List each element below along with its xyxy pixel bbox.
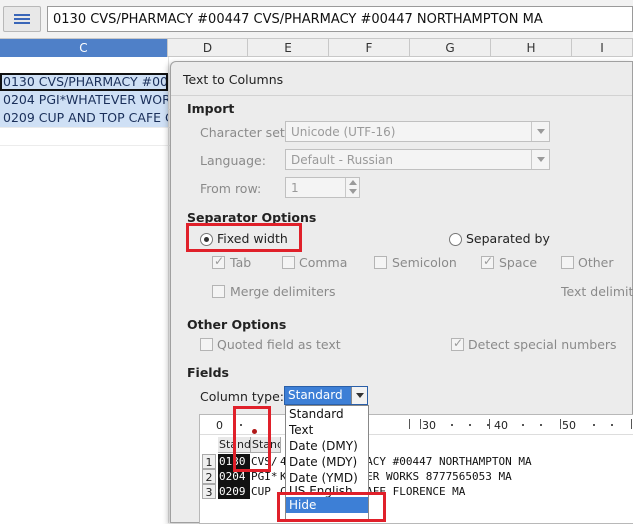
chevron-down-icon bbox=[531, 150, 549, 169]
semicolon-label: Semicolon bbox=[392, 255, 457, 270]
ruler-tick bbox=[489, 419, 490, 429]
from-row-spinner[interactable]: 1 bbox=[285, 177, 360, 198]
comma-label: Comma bbox=[299, 255, 348, 270]
language-select[interactable]: Default - Russian bbox=[285, 149, 550, 170]
language-value: Default - Russian bbox=[291, 153, 394, 167]
column-type-select[interactable]: Standard bbox=[284, 386, 368, 405]
column-header-f[interactable]: F bbox=[329, 39, 410, 57]
ruler-dot bbox=[469, 424, 471, 426]
ruler-label: 50 bbox=[562, 419, 576, 432]
ruler-tick bbox=[420, 419, 421, 429]
ruler-tick bbox=[631, 419, 632, 429]
option-date-ymd[interactable]: Date (YMD) bbox=[286, 470, 368, 486]
language-label: Language: bbox=[200, 153, 266, 168]
column-header-h[interactable]: H bbox=[491, 39, 572, 57]
from-row-label: From row: bbox=[200, 181, 262, 196]
option-standard[interactable]: Standard bbox=[286, 406, 368, 422]
separated-by-radio[interactable] bbox=[449, 233, 462, 246]
dialog-title: Text to Columns bbox=[171, 62, 632, 96]
semicolon-checkbox[interactable] bbox=[374, 256, 387, 269]
preview-cell: CUP bbox=[251, 485, 278, 498]
ruler-tick bbox=[409, 419, 410, 429]
cell-c1[interactable]: 0130 CVS/PHARMACY #00447 bbox=[0, 73, 168, 91]
separated-by-label[interactable]: Separated by bbox=[466, 231, 550, 246]
option-date-dmy[interactable]: Date (DMY) bbox=[286, 438, 368, 454]
highlight-box-split bbox=[233, 406, 271, 472]
ruler-label: 30 bbox=[422, 419, 436, 432]
column-header-g[interactable]: G bbox=[410, 39, 491, 57]
column-type-value: Standard bbox=[288, 388, 343, 402]
comma-checkbox[interactable] bbox=[282, 256, 295, 269]
column-header-d[interactable]: D bbox=[168, 39, 248, 57]
quoted-field-checkbox[interactable] bbox=[200, 338, 213, 351]
charset-select[interactable]: Unicode (UTF-16) bbox=[285, 121, 550, 142]
ruler-label: 40 bbox=[494, 419, 508, 432]
other-checkbox[interactable] bbox=[561, 256, 574, 269]
tab-label: Tab bbox=[230, 255, 252, 270]
formula-input[interactable]: 0130 CVS/PHARMACY #00447 CVS/PHARMACY #0… bbox=[47, 6, 633, 32]
option-text[interactable]: Text bbox=[286, 422, 368, 438]
text-delimiter-label: Text delimiter bbox=[561, 284, 633, 299]
column-headers: C D E F G H I bbox=[0, 39, 633, 57]
menu-icon[interactable] bbox=[3, 6, 41, 32]
ruler-label: 0 bbox=[216, 419, 223, 432]
highlight-box-fixed-width bbox=[186, 223, 302, 252]
quoted-field-label: Quoted field as text bbox=[217, 337, 341, 352]
ruler-dot bbox=[540, 424, 542, 426]
charset-value: Unicode (UTF-16) bbox=[291, 125, 396, 139]
charset-label: Character set: bbox=[200, 125, 290, 140]
ruler-dot bbox=[593, 424, 595, 426]
ruler-dot bbox=[451, 424, 453, 426]
ruler-dot bbox=[611, 424, 613, 426]
preview-row-number: 1 bbox=[202, 454, 216, 469]
other-options-heading: Other Options bbox=[187, 317, 287, 332]
fields-heading: Fields bbox=[187, 365, 229, 380]
column-header-i[interactable]: I bbox=[572, 39, 633, 57]
ruler-tick bbox=[560, 419, 561, 429]
space-label: Space bbox=[499, 255, 538, 270]
formula-bar: 0130 CVS/PHARMACY #00447 CVS/PHARMACY #0… bbox=[0, 0, 633, 39]
tab-checkbox[interactable] bbox=[212, 254, 225, 269]
spinner-icon[interactable] bbox=[345, 178, 359, 197]
import-heading: Import bbox=[187, 101, 235, 116]
other-label: Other bbox=[578, 255, 614, 270]
chevron-down-icon[interactable] bbox=[351, 387, 367, 404]
column-header-c[interactable]: C bbox=[0, 39, 168, 57]
ruler-dot bbox=[522, 424, 524, 426]
column-header-e[interactable]: E bbox=[248, 39, 329, 57]
detect-numbers-label: Detect special numbers bbox=[468, 337, 617, 352]
preview-cell: 0209 bbox=[218, 484, 250, 499]
preview-row-number: 2 bbox=[202, 469, 216, 484]
cell-c2[interactable]: 0204 PGI*WHATEVER WORKS bbox=[0, 91, 168, 109]
option-date-mdy[interactable]: Date (MDY) bbox=[286, 454, 368, 470]
chevron-down-icon bbox=[531, 122, 549, 141]
cell-c3[interactable]: 0209 CUP AND TOP CAFE C bbox=[0, 109, 168, 127]
from-row-value: 1 bbox=[291, 181, 299, 195]
detect-numbers-checkbox[interactable] bbox=[451, 336, 464, 351]
merge-delimiters-label: Merge delimiters bbox=[230, 284, 336, 299]
highlight-box-hide bbox=[277, 492, 386, 522]
preview-row-number: 3 bbox=[202, 484, 216, 499]
space-checkbox[interactable] bbox=[481, 254, 494, 269]
merge-delimiters-checkbox[interactable] bbox=[212, 285, 225, 298]
text-to-columns-dialog: Text to Columns Import Character set: Un… bbox=[170, 61, 633, 524]
column-type-label: Column type: bbox=[200, 389, 284, 404]
